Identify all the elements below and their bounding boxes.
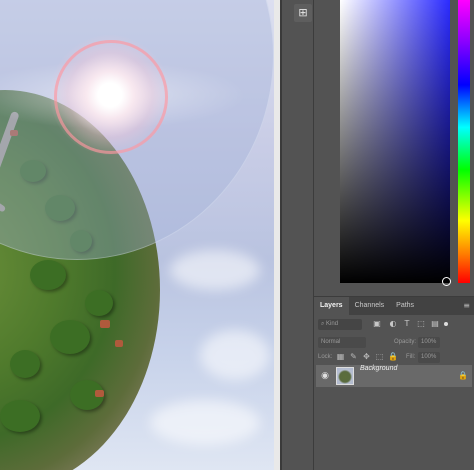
house-roof	[115, 340, 123, 347]
fill-label: Fill:	[406, 354, 416, 360]
smart-object-filter-icon[interactable]: ▤	[430, 319, 440, 329]
panel-menu-icon[interactable]: ≡	[463, 297, 470, 315]
eye-icon[interactable]: ◉	[320, 370, 330, 382]
lock-icon[interactable]: 🔒	[458, 370, 468, 382]
hue-slider[interactable]	[458, 0, 470, 283]
tree	[30, 260, 66, 290]
app-root: ⊞ Layers Channels Paths ≡ ⌕ Kind ▣ ◐ T ⬚…	[0, 0, 474, 470]
cloud	[150, 400, 260, 445]
blend-row: Normal Opacity: 100%	[314, 335, 474, 351]
fill-field[interactable]: 100%	[418, 352, 440, 363]
opacity-field[interactable]: 100%	[418, 337, 440, 348]
tab-channels[interactable]: Channels	[349, 297, 391, 315]
type-filter-icon[interactable]: T	[402, 319, 412, 329]
panel-tabs: Layers Channels Paths ≡	[314, 297, 474, 315]
lock-position-icon[interactable]: ✥	[362, 352, 371, 362]
lock-transparent-icon[interactable]: ▦	[336, 352, 345, 362]
layer-filter-row: ⌕ Kind ▣ ◐ T ⬚ ▤	[314, 317, 474, 333]
color-picker-handle[interactable]	[442, 277, 451, 286]
panel-toolstrip	[282, 0, 314, 470]
color-picker-field[interactable]	[340, 0, 450, 283]
lock-row: Lock: ▦ ✎ ✥ ⬚ 🔒 Fill: 100%	[314, 350, 474, 366]
tree	[0, 400, 40, 432]
layer-thumbnail	[336, 367, 354, 385]
tree	[10, 350, 40, 378]
lock-all-icon[interactable]: 🔒	[388, 352, 398, 362]
layer-name[interactable]: Background	[360, 365, 397, 372]
blend-mode-select[interactable]: Normal	[318, 337, 366, 348]
lock-paint-icon[interactable]: ✎	[349, 352, 358, 362]
shape-filter-icon[interactable]: ⬚	[416, 319, 426, 329]
cloud	[170, 250, 260, 290]
collapse-panels-icon[interactable]: ⊞	[294, 4, 312, 22]
lock-artboard-icon[interactable]: ⬚	[375, 352, 384, 362]
cloud	[200, 330, 270, 380]
filter-kind-select[interactable]: ⌕ Kind	[318, 319, 362, 330]
tab-paths[interactable]: Paths	[390, 297, 420, 315]
tab-layers[interactable]: Layers	[314, 297, 349, 315]
adjustment-filter-icon[interactable]: ◐	[388, 319, 398, 329]
tree	[85, 290, 113, 316]
lens-flare-ring	[54, 40, 168, 154]
layer-row-background[interactable]: ◉ Background 🔒	[316, 365, 472, 387]
house-roof	[95, 390, 104, 397]
layers-panel: Layers Channels Paths ≡ ⌕ Kind ▣ ◐ T ⬚ ▤…	[314, 296, 474, 470]
lock-label: Lock:	[318, 354, 333, 360]
tree	[50, 320, 90, 354]
image-filter-icon[interactable]: ▣	[372, 319, 382, 329]
filter-kind-label: Kind	[326, 321, 339, 327]
house-roof	[100, 320, 110, 328]
filter-toggle-icon[interactable]	[444, 322, 448, 326]
opacity-label: Opacity:	[394, 339, 417, 345]
document-canvas[interactable]	[0, 0, 274, 470]
